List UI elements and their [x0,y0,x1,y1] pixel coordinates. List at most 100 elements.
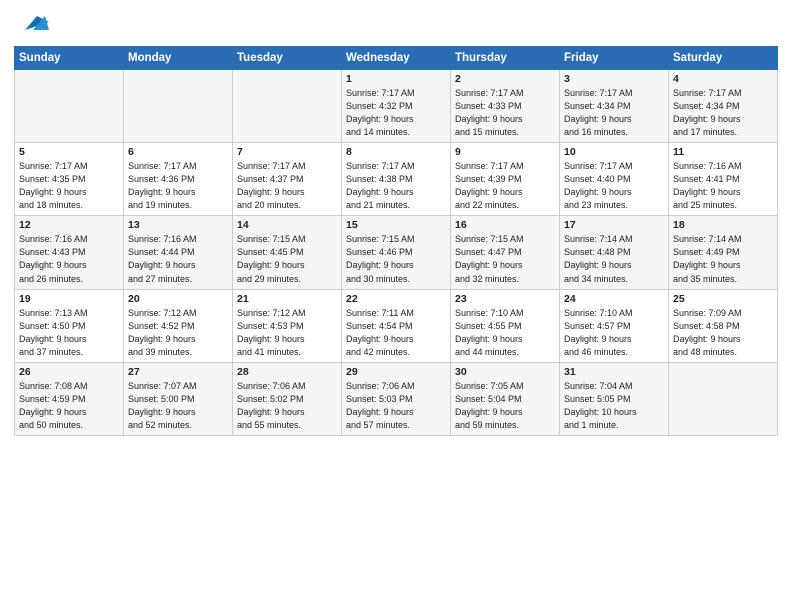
day-number: 19 [19,293,119,305]
day-info: Sunrise: 7:10 AM Sunset: 4:57 PM Dayligh… [564,307,664,359]
calendar-cell: 28 Sunrise: 7:06 AM Sunset: 5:02 PM Dayli… [233,362,342,435]
day-info: Sunrise: 7:17 AM Sunset: 4:40 PM Dayligh… [564,160,664,212]
calendar-cell: 5 Sunrise: 7:17 AM Sunset: 4:35 PM Daylig… [15,143,124,216]
calendar-cell: 14 Sunrise: 7:15 AM Sunset: 4:45 PM Dayli… [233,216,342,289]
weekday-header-wednesday: Wednesday [342,47,451,70]
logo [14,10,49,38]
calendar-cell: 23Sunrise: 7:10 AM Sunset: 4:55 PM Dayli… [451,289,560,362]
day-info: Sunrise: 7:16 AM Sunset: 4:43 PM Dayligh… [19,233,119,285]
day-info: Sunrise: 7:12 AM Sunset: 4:53 PM Dayligh… [237,307,337,359]
day-number: 18 [673,219,773,231]
day-number: 11 [673,146,773,158]
day-number: 24 [564,293,664,305]
weekday-header-saturday: Saturday [669,47,778,70]
day-info: Sunrise: 7:17 AM Sunset: 4:34 PM Dayligh… [673,87,773,139]
day-number: 7 [237,146,337,158]
calendar-cell: 18 Sunrise: 7:14 AM Sunset: 4:49 PM Dayli… [669,216,778,289]
calendar-cell: 11 Sunrise: 7:16 AM Sunset: 4:41 PM Dayli… [669,143,778,216]
day-number: 12 [19,219,119,231]
weekday-header-tuesday: Tuesday [233,47,342,70]
day-number: 21 [237,293,337,305]
logo-icon [17,6,49,38]
calendar-cell: 10Sunrise: 7:17 AM Sunset: 4:40 PM Dayli… [560,143,669,216]
day-info: Sunrise: 7:15 AM Sunset: 4:46 PM Dayligh… [346,233,446,285]
calendar-cell: 6Sunrise: 7:17 AM Sunset: 4:36 PM Daylig… [124,143,233,216]
calendar-cell: 2 Sunrise: 7:17 AM Sunset: 4:33 PM Daylig… [451,70,560,143]
day-number: 31 [564,366,664,378]
week-row-3: 12 Sunrise: 7:16 AM Sunset: 4:43 PM Dayli… [15,216,778,289]
day-info: Sunrise: 7:14 AM Sunset: 4:49 PM Dayligh… [673,233,773,285]
day-number: 2 [455,73,555,85]
calendar-cell: 12 Sunrise: 7:16 AM Sunset: 4:43 PM Dayli… [15,216,124,289]
calendar-table: SundayMondayTuesdayWednesdayThursdayFrid… [14,46,778,436]
day-number: 14 [237,219,337,231]
calendar-cell [15,70,124,143]
day-number: 27 [128,366,228,378]
day-info: Sunrise: 7:17 AM Sunset: 4:35 PM Dayligh… [19,160,119,212]
weekday-header-row: SundayMondayTuesdayWednesdayThursdayFrid… [15,47,778,70]
day-info: Sunrise: 7:15 AM Sunset: 4:45 PM Dayligh… [237,233,337,285]
calendar-cell: 4 Sunrise: 7:17 AM Sunset: 4:34 PM Daylig… [669,70,778,143]
week-row-4: 19 Sunrise: 7:13 AM Sunset: 4:50 PM Dayli… [15,289,778,362]
week-row-2: 5 Sunrise: 7:17 AM Sunset: 4:35 PM Daylig… [15,143,778,216]
day-number: 28 [237,366,337,378]
day-number: 23 [455,293,555,305]
calendar-cell: 22Sunrise: 7:11 AM Sunset: 4:54 PM Dayli… [342,289,451,362]
calendar-cell: 24 Sunrise: 7:10 AM Sunset: 4:57 PM Dayli… [560,289,669,362]
calendar-cell: 7Sunrise: 7:17 AM Sunset: 4:37 PM Daylig… [233,143,342,216]
day-info: Sunrise: 7:05 AM Sunset: 5:04 PM Dayligh… [455,380,555,432]
calendar-cell: 21 Sunrise: 7:12 AM Sunset: 4:53 PM Dayli… [233,289,342,362]
calendar-cell: 1Sunrise: 7:17 AM Sunset: 4:32 PM Daylig… [342,70,451,143]
day-number: 9 [455,146,555,158]
day-number: 26 [19,366,119,378]
day-info: Sunrise: 7:17 AM Sunset: 4:33 PM Dayligh… [455,87,555,139]
calendar-cell: 15 Sunrise: 7:15 AM Sunset: 4:46 PM Dayli… [342,216,451,289]
day-info: Sunrise: 7:17 AM Sunset: 4:34 PM Dayligh… [564,87,664,139]
calendar-cell: 17 Sunrise: 7:14 AM Sunset: 4:48 PM Dayli… [560,216,669,289]
day-number: 15 [346,219,446,231]
day-info: Sunrise: 7:09 AM Sunset: 4:58 PM Dayligh… [673,307,773,359]
week-row-5: 26 Sunrise: 7:08 AM Sunset: 4:59 PM Dayli… [15,362,778,435]
day-info: Sunrise: 7:14 AM Sunset: 4:48 PM Dayligh… [564,233,664,285]
day-info: Sunrise: 7:13 AM Sunset: 4:50 PM Dayligh… [19,307,119,359]
day-info: Sunrise: 7:06 AM Sunset: 5:03 PM Dayligh… [346,380,446,432]
day-info: Sunrise: 7:17 AM Sunset: 4:36 PM Dayligh… [128,160,228,212]
day-number: 16 [455,219,555,231]
day-number: 3 [564,73,664,85]
calendar-cell: 27Sunrise: 7:07 AM Sunset: 5:00 PM Dayli… [124,362,233,435]
calendar-cell [233,70,342,143]
header [14,10,778,38]
calendar-cell: 19 Sunrise: 7:13 AM Sunset: 4:50 PM Dayli… [15,289,124,362]
calendar-cell: 3 Sunrise: 7:17 AM Sunset: 4:34 PM Daylig… [560,70,669,143]
day-info: Sunrise: 7:12 AM Sunset: 4:52 PM Dayligh… [128,307,228,359]
day-number: 4 [673,73,773,85]
calendar-cell [669,362,778,435]
day-info: Sunrise: 7:06 AM Sunset: 5:02 PM Dayligh… [237,380,337,432]
day-number: 5 [19,146,119,158]
day-info: Sunrise: 7:16 AM Sunset: 4:41 PM Dayligh… [673,160,773,212]
calendar-cell: 20Sunrise: 7:12 AM Sunset: 4:52 PM Dayli… [124,289,233,362]
calendar-cell: 8 Sunrise: 7:17 AM Sunset: 4:38 PM Daylig… [342,143,451,216]
day-info: Sunrise: 7:08 AM Sunset: 4:59 PM Dayligh… [19,380,119,432]
calendar-cell: 25Sunrise: 7:09 AM Sunset: 4:58 PM Dayli… [669,289,778,362]
day-info: Sunrise: 7:16 AM Sunset: 4:44 PM Dayligh… [128,233,228,285]
calendar-cell: 31 Sunrise: 7:04 AM Sunset: 5:05 PM Dayli… [560,362,669,435]
calendar-cell: 26 Sunrise: 7:08 AM Sunset: 4:59 PM Dayli… [15,362,124,435]
day-info: Sunrise: 7:04 AM Sunset: 5:05 PM Dayligh… [564,380,664,432]
day-info: Sunrise: 7:17 AM Sunset: 4:39 PM Dayligh… [455,160,555,212]
weekday-header-friday: Friday [560,47,669,70]
day-info: Sunrise: 7:17 AM Sunset: 4:32 PM Dayligh… [346,87,446,139]
day-number: 13 [128,219,228,231]
day-number: 17 [564,219,664,231]
day-number: 8 [346,146,446,158]
page: SundayMondayTuesdayWednesdayThursdayFrid… [0,0,792,612]
day-number: 29 [346,366,446,378]
day-info: Sunrise: 7:15 AM Sunset: 4:47 PM Dayligh… [455,233,555,285]
calendar-cell: 29 Sunrise: 7:06 AM Sunset: 5:03 PM Dayli… [342,362,451,435]
calendar-cell: 13 Sunrise: 7:16 AM Sunset: 4:44 PM Dayli… [124,216,233,289]
day-info: Sunrise: 7:17 AM Sunset: 4:38 PM Dayligh… [346,160,446,212]
weekday-header-thursday: Thursday [451,47,560,70]
day-number: 22 [346,293,446,305]
day-number: 30 [455,366,555,378]
calendar-cell: 16 Sunrise: 7:15 AM Sunset: 4:47 PM Dayli… [451,216,560,289]
